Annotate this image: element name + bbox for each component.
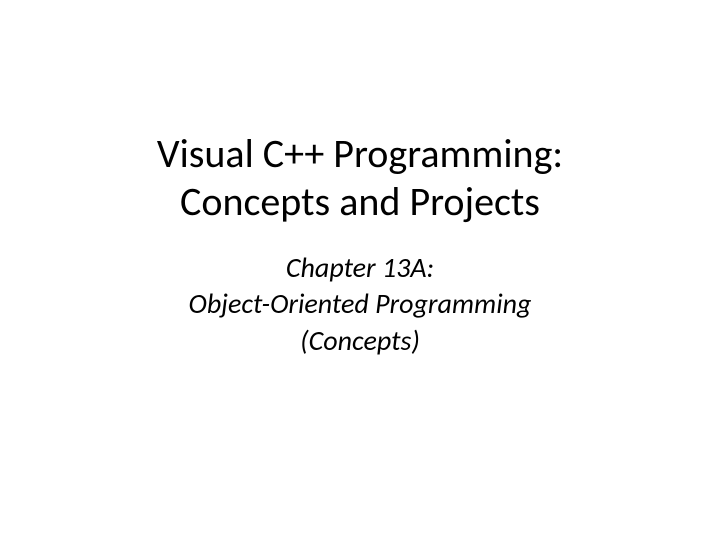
slide-subtitle: Chapter 13A: Object-Oriented Programming… [189, 250, 532, 359]
subtitle-line-1: Chapter 13A: [189, 250, 532, 286]
subtitle-line-2: Object-Oriented Programming [189, 286, 532, 322]
slide-title: Visual C++ Programming: Concepts and Pro… [157, 130, 563, 226]
title-line-2: Concepts and Projects [180, 177, 540, 226]
subtitle-line-3: (Concepts) [189, 323, 532, 359]
title-line-1: Visual C++ Programming: [157, 129, 563, 178]
